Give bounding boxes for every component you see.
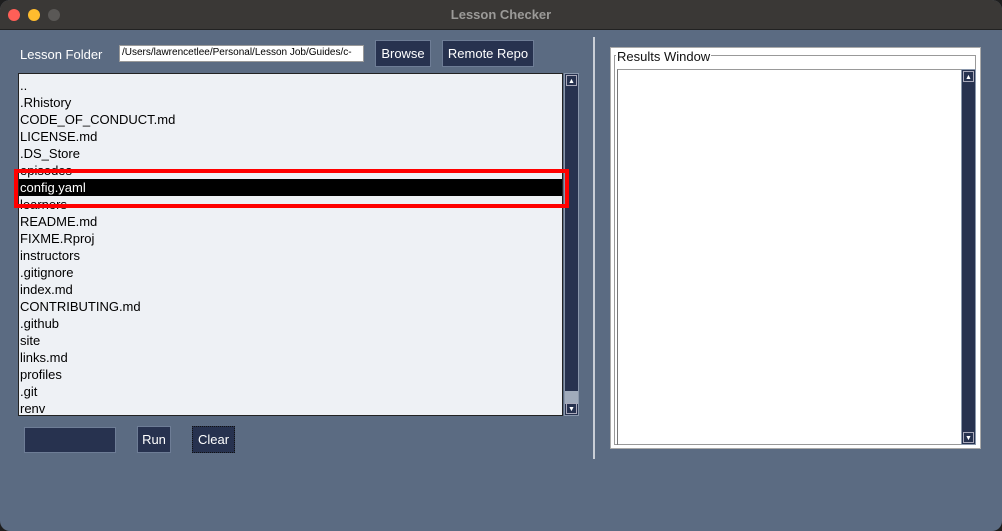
file-list-item[interactable]: LICENSE.md (19, 128, 562, 145)
file-list-scrollbar[interactable]: ▲ ▼ (564, 73, 579, 416)
file-list-item[interactable]: instructors (19, 247, 562, 264)
clear-button[interactable]: Clear (192, 426, 235, 453)
file-list-item[interactable]: renv (19, 400, 562, 415)
file-list-item[interactable]: .. (19, 77, 562, 94)
file-list-item[interactable]: .DS_Store (19, 145, 562, 162)
file-list-item[interactable]: README.md (19, 213, 562, 230)
window-title: Lesson Checker (450, 7, 552, 22)
file-list-item[interactable]: site (19, 332, 562, 349)
file-list-item[interactable]: .gitignore (19, 264, 562, 281)
file-list-item[interactable]: .github (19, 315, 562, 332)
highlight-box (14, 169, 569, 208)
file-list-item[interactable]: profiles (19, 366, 562, 383)
file-list[interactable]: .. .Rhistory CODE_OF_CONDUCT.md LICENSE.md.… (18, 73, 563, 416)
file-list-item[interactable]: CODE_OF_CONDUCT.md (19, 111, 562, 128)
results-text-area[interactable] (617, 69, 961, 445)
file-list-item[interactable]: .git (19, 383, 562, 400)
command-input[interactable] (24, 427, 116, 453)
panel-separator (593, 37, 595, 459)
results-scroll-up-icon[interactable]: ▲ (963, 71, 974, 82)
file-list-item[interactable]: index.md (19, 281, 562, 298)
file-list-item[interactable]: FIXME.Rproj (19, 230, 562, 247)
app-window: Lesson Checker Lesson Folder /Users/lawr… (0, 0, 1002, 531)
results-scrollbar[interactable]: ▲ ▼ (961, 69, 976, 445)
lesson-folder-path-input[interactable]: /Users/lawrencetlee/Personal/Lesson Job/… (119, 45, 364, 62)
file-list-item[interactable]: .Rhistory (19, 94, 562, 111)
file-list-item[interactable]: CONTRIBUTING.md (19, 298, 562, 315)
run-button[interactable]: Run (137, 426, 171, 453)
results-window-title: Results Window (616, 49, 712, 64)
scroll-up-icon[interactable]: ▲ (566, 75, 577, 86)
file-list-item[interactable]: links.md (19, 349, 562, 366)
results-frame: Results Window ▲ ▼ (610, 47, 981, 449)
browse-button[interactable]: Browse (375, 40, 431, 67)
remote-repo-button[interactable]: Remote Repo (442, 40, 534, 67)
results-scroll-down-icon[interactable]: ▼ (963, 432, 974, 443)
title-bar: Lesson Checker (0, 0, 1002, 30)
scroll-down-icon[interactable]: ▼ (566, 403, 577, 414)
lesson-folder-label: Lesson Folder (20, 47, 103, 62)
